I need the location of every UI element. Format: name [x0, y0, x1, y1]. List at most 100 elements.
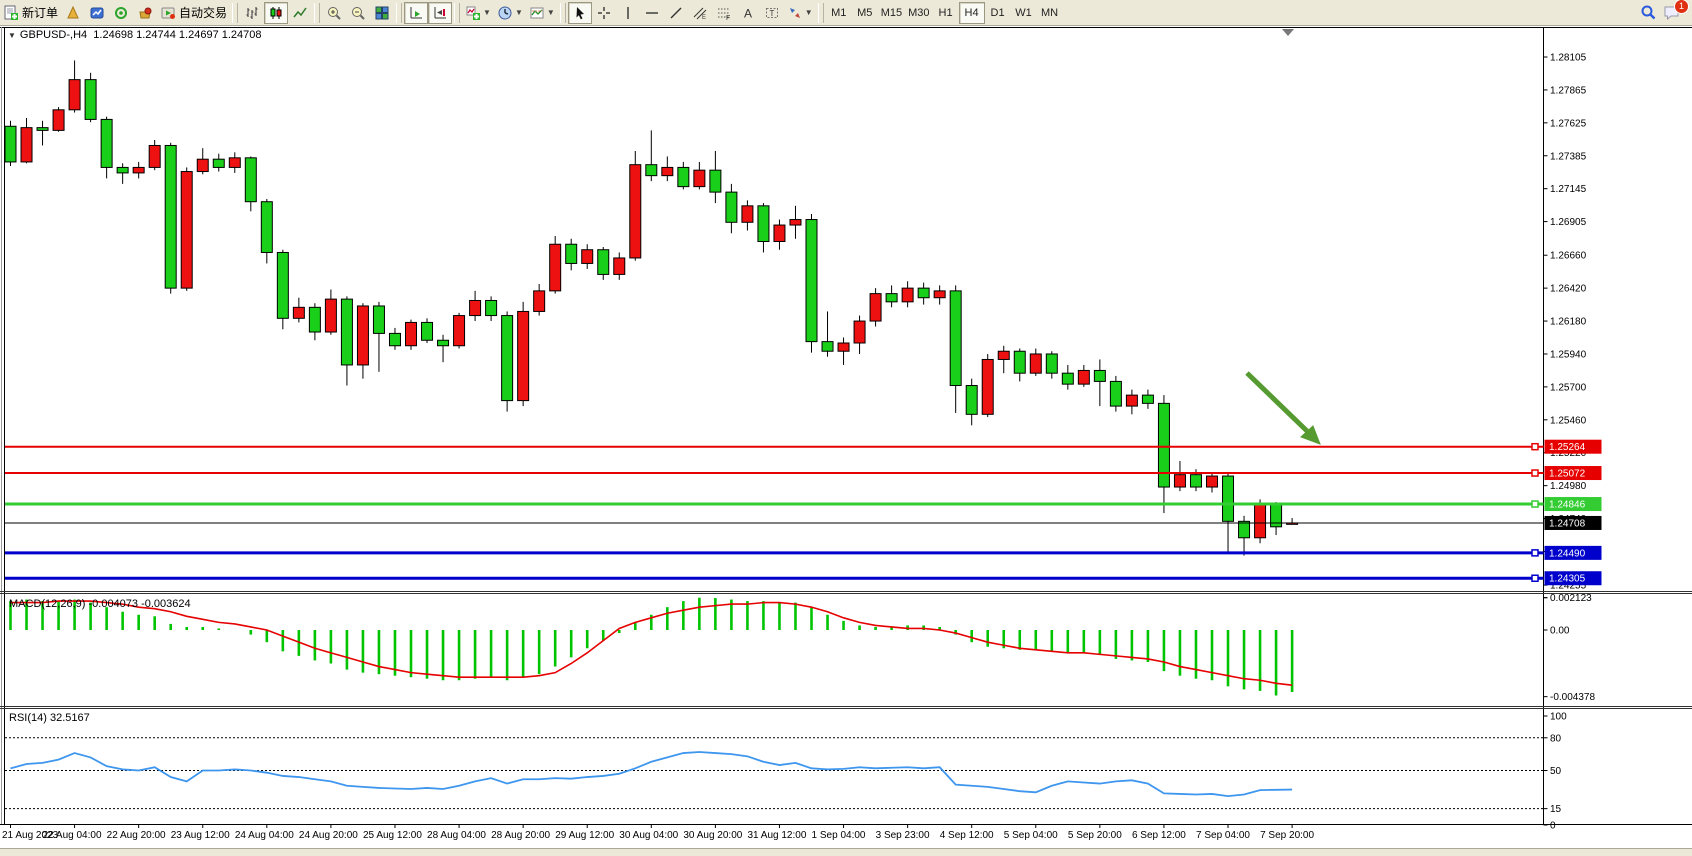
search-icon [1640, 4, 1657, 21]
autotrading-button[interactable]: 自动交易 [157, 2, 230, 24]
timeframe-button-tf-m5[interactable]: M5 [852, 2, 878, 24]
data-window-button[interactable] [85, 2, 109, 24]
new-order-label: 新订单 [22, 4, 58, 21]
candle [630, 165, 641, 258]
candle [870, 294, 881, 321]
candle [886, 294, 897, 302]
candle [566, 244, 577, 263]
candle [550, 244, 561, 291]
chevron-down-icon[interactable]: ▼ [805, 8, 813, 17]
chart-title: ▼GBPUSD-,H4 1.24698 1.24744 1.24697 1.24… [8, 29, 262, 41]
equidistant-channel-button[interactable]: E [688, 2, 712, 24]
text-button[interactable]: A [736, 2, 760, 24]
templates-button[interactable]: ▼ [526, 2, 558, 24]
text-label-button[interactable]: T [760, 2, 784, 24]
timeframe-button-tf-m30[interactable]: M30 [905, 2, 932, 24]
candle [1271, 505, 1282, 527]
timeframe-button-tf-h4[interactable]: H4 [959, 2, 985, 24]
market-watch-button[interactable] [61, 2, 85, 24]
support-blue-2-price-tag-label: 1.24305 [1549, 574, 1586, 585]
periods-button[interactable]: ▼ [494, 2, 526, 24]
candle [277, 252, 288, 318]
chart-shift-button[interactable] [428, 2, 452, 24]
support-blue-2-handle[interactable] [1532, 575, 1538, 581]
candle [1110, 381, 1121, 406]
tile-windows-button[interactable] [370, 2, 394, 24]
svg-text:A: A [744, 6, 752, 20]
macd-axis-label: -0.004378 [1550, 692, 1595, 703]
candle [1078, 370, 1089, 384]
arrows-icon [787, 5, 803, 21]
vertical-line-button[interactable] [616, 2, 640, 24]
candle [950, 291, 961, 386]
auto-scroll-button[interactable] [404, 2, 428, 24]
chart-canvas[interactable]: 1.281051.278651.276251.273851.271451.269… [0, 26, 1692, 855]
support-blue-1-handle[interactable] [1532, 550, 1538, 556]
candle [293, 307, 304, 318]
chart-window[interactable]: 1.281051.278651.276251.273851.271451.269… [0, 26, 1692, 855]
candle [726, 192, 737, 222]
chevron-down-icon[interactable]: ▼ [547, 8, 555, 17]
bar-chart-button[interactable] [240, 2, 264, 24]
candle [646, 165, 657, 176]
chevron-down-icon[interactable]: ▼ [515, 8, 523, 17]
time-tick-label: 5 Sep 20:00 [1068, 830, 1122, 841]
indicators-button[interactable]: ▼ [462, 2, 494, 24]
candle [742, 206, 753, 222]
price-tick-label: 1.26905 [1550, 217, 1587, 228]
timeframe-button-tf-w1[interactable]: W1 [1011, 2, 1037, 24]
terminal-button[interactable] [133, 2, 157, 24]
timeframe-button-tf-m1[interactable]: M1 [826, 2, 852, 24]
text-icon: A [740, 5, 756, 21]
zoom-in-button[interactable] [322, 2, 346, 24]
time-tick-label: 7 Sep 04:00 [1196, 830, 1250, 841]
support-green-handle[interactable] [1532, 501, 1538, 507]
timeframe-button-tf-mn[interactable]: MN [1037, 2, 1063, 24]
resistance-2-price-tag-label: 1.25072 [1549, 469, 1586, 480]
candle [902, 288, 913, 302]
toolbar-group-insert: ▼ ▼ ▼ [462, 1, 558, 25]
candle [662, 167, 673, 175]
resistance-1-handle[interactable] [1532, 444, 1538, 450]
navigator-icon [113, 5, 129, 21]
candle [1030, 354, 1041, 373]
time-tick-label: 31 Aug 12:00 [747, 830, 806, 841]
candle [438, 340, 449, 345]
crosshair-button[interactable] [592, 2, 616, 24]
navigator-button[interactable] [109, 2, 133, 24]
timeframe-button-tf-h1[interactable]: H1 [933, 2, 959, 24]
terminal-icon [137, 5, 153, 21]
candle [502, 316, 513, 401]
chevron-down-icon[interactable]: ▼ [483, 8, 491, 17]
candle [1158, 403, 1169, 487]
time-tick-label: 4 Sep 12:00 [940, 830, 994, 841]
fibonacci-button[interactable]: F [712, 2, 736, 24]
price-tick-label: 1.25700 [1550, 382, 1587, 393]
new-order-icon [3, 5, 19, 21]
candlestick-chart-button[interactable] [264, 2, 288, 24]
rsi-axis-label: 80 [1550, 733, 1562, 744]
support-blue-1-price-tag-label: 1.24490 [1549, 548, 1586, 559]
timeframe-button-tf-d1[interactable]: D1 [985, 2, 1011, 24]
zoom-out-button[interactable] [346, 2, 370, 24]
horizontal-line-button[interactable] [640, 2, 664, 24]
line-chart-button[interactable] [288, 2, 312, 24]
trendline-button[interactable] [664, 2, 688, 24]
candle [470, 300, 481, 315]
cursor-button[interactable] [568, 2, 592, 24]
chart-dropdown-icon[interactable]: ▼ [8, 31, 16, 40]
candle [1239, 521, 1250, 537]
candle [790, 220, 801, 225]
resistance-2-handle[interactable] [1532, 470, 1538, 476]
candle [758, 206, 769, 242]
candle [998, 351, 1009, 359]
new-order-button[interactable]: 新订单 [0, 2, 61, 24]
candle [389, 333, 400, 345]
timeframe-button-tf-m15[interactable]: M15 [878, 2, 905, 24]
notifications-button[interactable]: 1 [1660, 2, 1684, 24]
search-button[interactable] [1636, 2, 1660, 24]
toolbar-separator [314, 3, 320, 23]
candle [309, 307, 320, 332]
line-chart-icon [292, 5, 308, 21]
arrows-button[interactable]: ▼ [784, 2, 816, 24]
